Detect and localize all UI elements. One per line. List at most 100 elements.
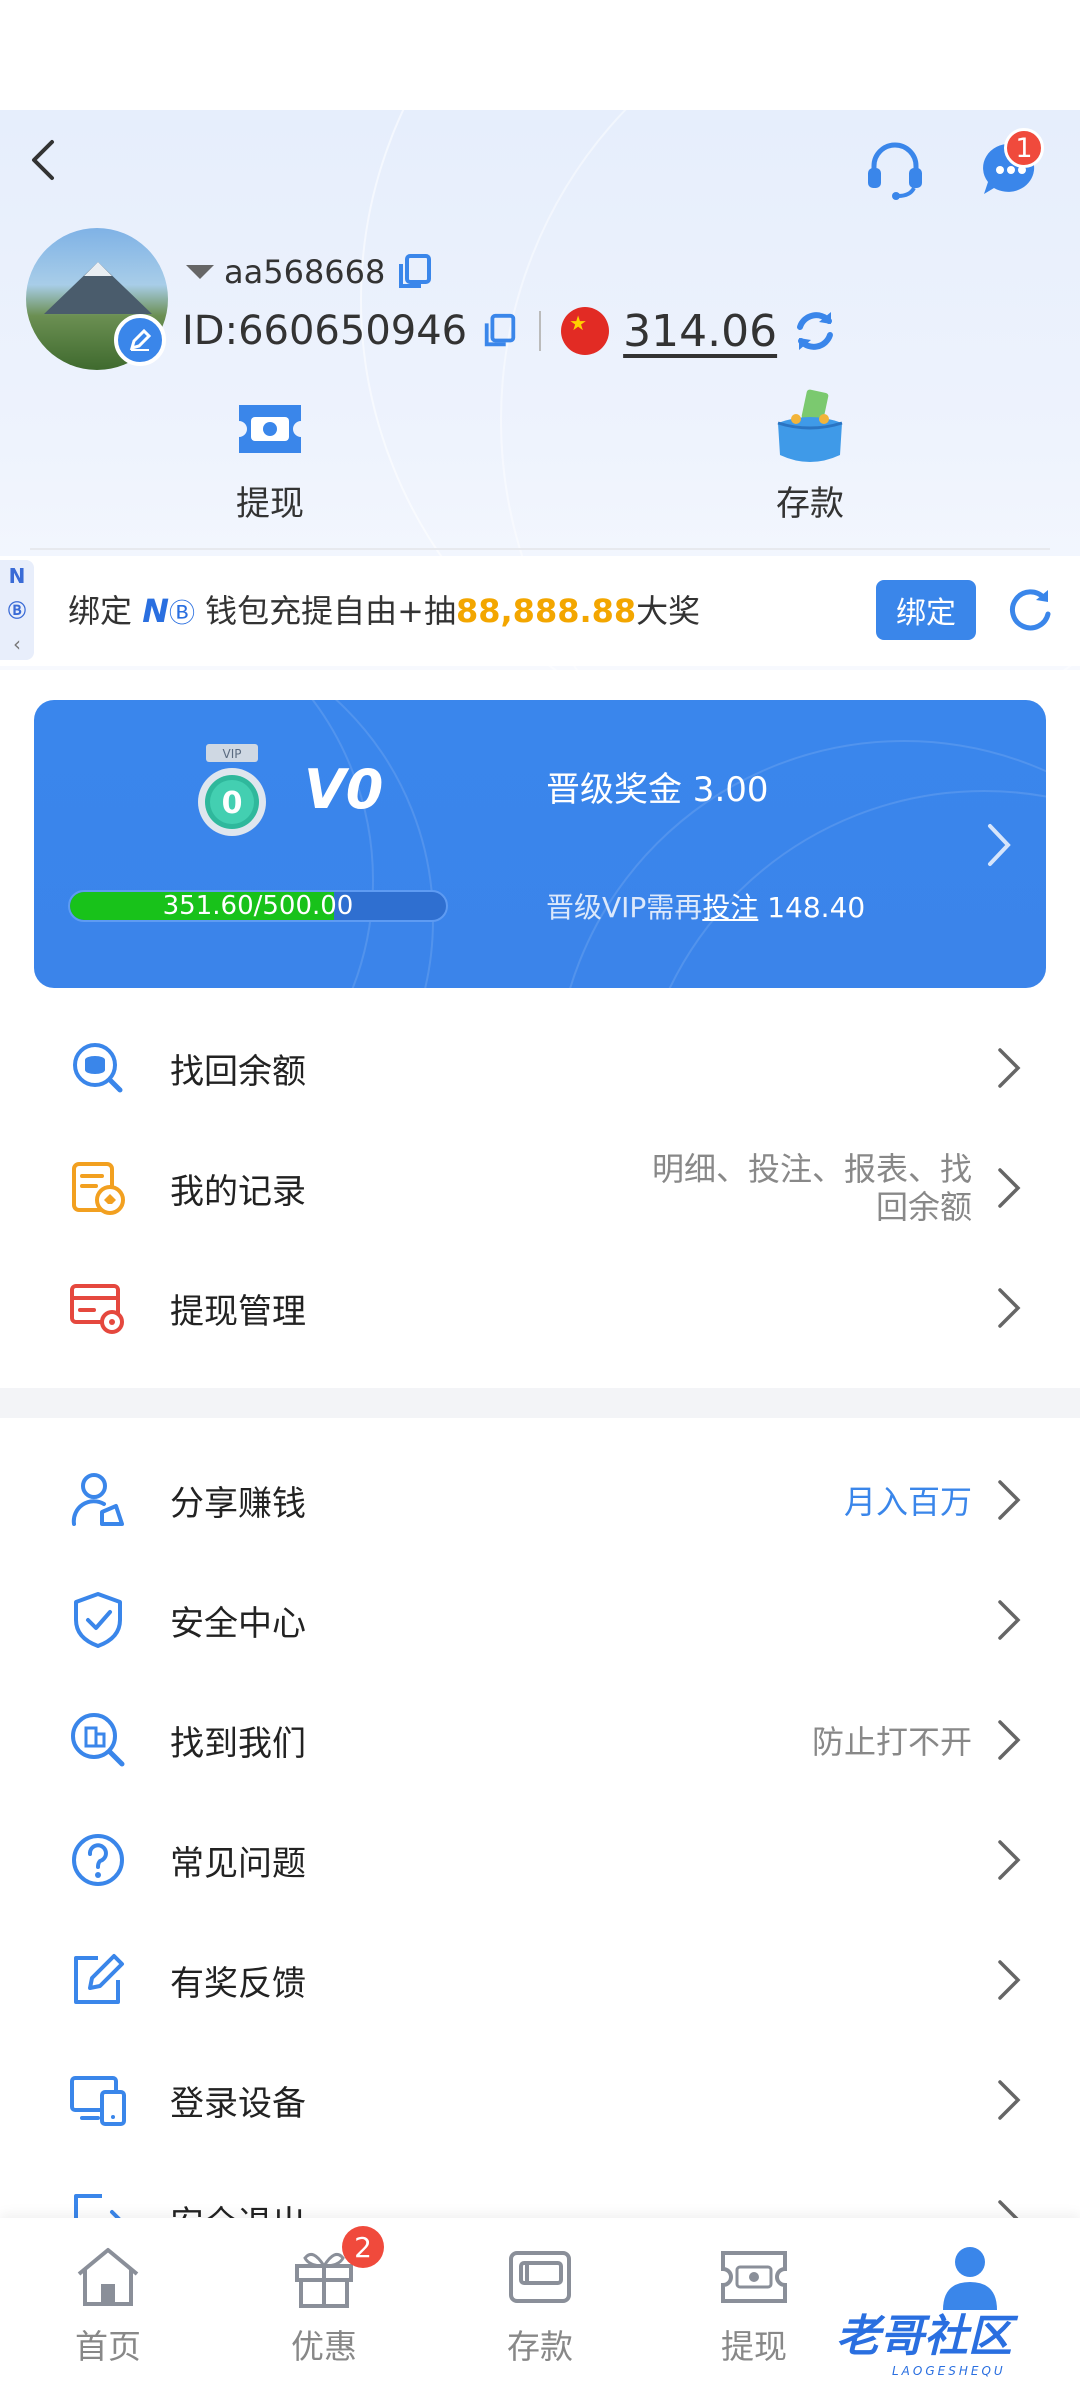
chevron-right-icon [998, 2080, 1021, 2120]
id-row: ID:660650946 ★ 314.06 [182, 300, 839, 362]
bind-button[interactable]: 绑定 [876, 580, 976, 640]
menu-hint-line1: 明细、投注、报表、找 [651, 1150, 972, 1188]
menu-item-login-devices[interactable]: 登录设备 [0, 2040, 1080, 2160]
customer-service-button[interactable] [862, 136, 928, 202]
chevron-right-icon [988, 824, 1011, 866]
menu-item-security-center[interactable]: 安全中心 [0, 1560, 1080, 1680]
feedback-edit-icon [74, 1954, 124, 2004]
menu-item-faq[interactable]: 常见问题 [0, 1800, 1080, 1920]
avatar-snow [84, 262, 112, 276]
vip-need-prefix: 晋级VIP需再 [546, 891, 703, 924]
menu-item-share-earn[interactable]: 分享赚钱 月入百万 [0, 1440, 1080, 1560]
username: aa568668 [224, 253, 386, 291]
watermark-text: 老哥社区 [836, 2311, 1012, 2362]
copy-icon[interactable] [481, 312, 519, 350]
nav-label: 存款 [507, 2327, 573, 2366]
username-row: aa568668 [186, 248, 435, 296]
nav-promotions[interactable]: 优惠 [244, 2240, 404, 2380]
chevron-right-icon [998, 1480, 1021, 1520]
balance-amount[interactable]: 314.06 [623, 306, 777, 357]
refresh-icon[interactable] [791, 307, 839, 355]
status-bar-area [0, 0, 1080, 110]
nav-label: 优惠 [291, 2327, 357, 2366]
menu-item-recover-balance[interactable]: 找回余额 [0, 1008, 1080, 1128]
menu-label: 找到我们 [170, 1723, 306, 1764]
promo-prefix: 绑定 [68, 592, 143, 630]
promo-text: 绑定 NⒷ 钱包充提自由+抽88,888.88大奖 [68, 586, 700, 632]
menu-label: 安全中心 [170, 1603, 306, 1644]
pencil-icon [129, 328, 152, 351]
edit-avatar-button[interactable] [114, 314, 166, 366]
nav-home[interactable]: 首页 [28, 2240, 188, 2380]
section-gap [0, 1388, 1080, 1418]
vip-bonus: 晋级奖金 3.00 [546, 770, 769, 810]
vip-card[interactable]: VIP 0 V0 晋级奖金 3.00 351.60/500.00 晋级VIP需再… [34, 700, 1046, 988]
side-tab-letter: N [8, 564, 26, 589]
chevron-right-icon [998, 1600, 1021, 1640]
chevron-right-icon [998, 1720, 1021, 1760]
nav-label: 首页 [75, 2327, 141, 2366]
menu-item-withdraw-management[interactable]: 提现管理 [0, 1248, 1080, 1368]
vip-progress-text: 351.60/500.00 [162, 891, 354, 921]
wallet-icon [460, 2240, 620, 2314]
chevron-left-icon [32, 140, 54, 180]
vip-requirement: 晋级VIP需再投注 148.40 [546, 886, 865, 926]
menu-label: 找回余额 [170, 1051, 306, 1092]
nb-coin-icon: Ⓑ [168, 599, 195, 629]
withdraw-quick-button[interactable]: 提现 [160, 390, 380, 524]
shield-check-icon [74, 1592, 122, 1648]
menu-label: 提现管理 [170, 1291, 306, 1332]
divider [539, 311, 542, 351]
promo-brand: N [142, 592, 169, 630]
menu-label: 分享赚钱 [170, 1483, 306, 1524]
user-id: ID:660650946 [182, 308, 468, 354]
building-search-icon [71, 1713, 125, 1767]
divider [30, 548, 1050, 550]
vip-level: V0 [304, 758, 384, 821]
bet-link[interactable]: 投注 [702, 891, 758, 924]
chevron-right-icon [998, 1168, 1021, 1208]
promo-middle: 钱包充提自由+抽 [194, 592, 456, 630]
home-icon [28, 2240, 188, 2314]
question-icon [72, 1834, 124, 1886]
coin-icon: Ⓑ [8, 600, 26, 622]
nav-deposit[interactable]: 存款 [460, 2240, 620, 2380]
deposit-quick-label: 存款 [776, 484, 844, 524]
watermark-logo: 老哥社区 LAOGESHEQU [836, 2300, 1072, 2378]
promotions-badge: 2 [342, 2226, 384, 2268]
menu-item-my-records[interactable]: 我的记录 明细、投注、报表、找 回余额 [0, 1128, 1080, 1248]
chevron-left-icon: ‹ [13, 631, 21, 656]
deposit-quick-button[interactable]: 存款 [700, 389, 920, 524]
devices-icon [70, 2076, 126, 2126]
side-tab[interactable]: N Ⓑ ‹ [0, 560, 34, 660]
menu-hint: 防止打不开 [811, 1723, 972, 1761]
headset-icon [868, 142, 922, 200]
promo-suffix: 大奖 [636, 592, 701, 630]
menu-label: 常见问题 [170, 1843, 306, 1884]
nav-label: 提现 [721, 2327, 787, 2366]
chevron-right-icon [998, 1288, 1021, 1328]
chevron-right-icon [998, 1840, 1021, 1880]
chevron-right-icon [998, 1048, 1021, 1088]
withdraw-settings-icon [70, 1284, 124, 1334]
vip-need-value: 148.40 [767, 891, 866, 924]
vip-progress-bar: 351.60/500.00 [68, 890, 448, 922]
refresh-icon[interactable] [1004, 584, 1056, 636]
caret-down-icon[interactable] [186, 265, 214, 279]
messages-badge: 1 [1004, 128, 1044, 168]
copy-icon[interactable] [395, 252, 435, 292]
back-button[interactable] [18, 130, 68, 190]
menu-item-feedback[interactable]: 有奖反馈 [0, 1920, 1080, 2040]
menu-item-find-us[interactable]: 找到我们 防止打不开 [0, 1680, 1080, 1800]
svg-text:VIP: VIP [223, 747, 242, 761]
vip-medal-icon: VIP 0 [198, 744, 266, 836]
withdraw-icon [674, 2240, 834, 2314]
china-flag-icon: ★ [561, 307, 610, 355]
menu-label: 我的记录 [170, 1171, 306, 1212]
nav-withdraw[interactable]: 提现 [674, 2240, 834, 2380]
coin-search-icon [73, 1043, 123, 1093]
chevron-right-icon [998, 1960, 1021, 2000]
medal-level: 0 [222, 786, 243, 821]
menu-hint-line2: 回余额 [875, 1188, 972, 1226]
menu-label: 登录设备 [170, 2083, 306, 2124]
